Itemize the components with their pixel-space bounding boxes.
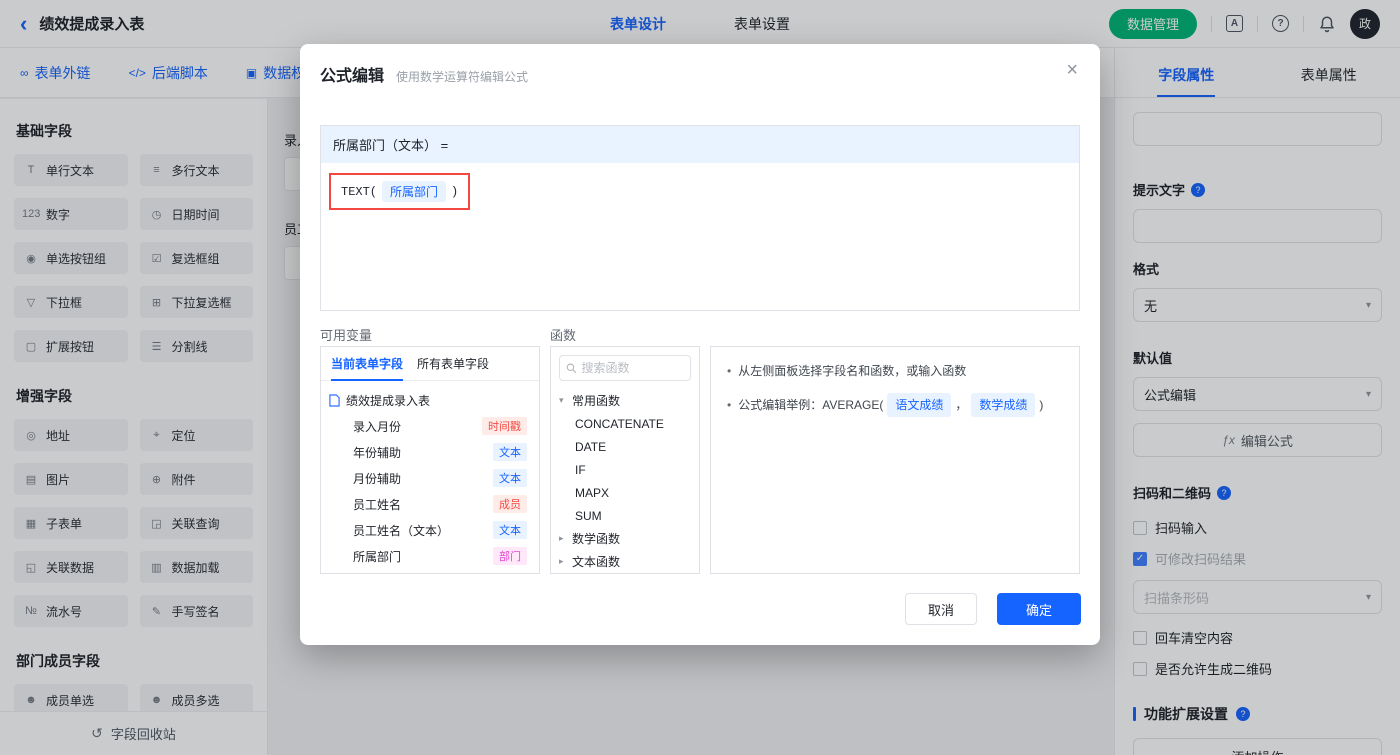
help-example-suffix: ) [1039,395,1043,415]
function-group-label: 常用函数 [572,392,620,409]
example-variable-tag: 数学成绩 [971,393,1035,417]
tree-root-label: 绩效提成录入表 [346,392,430,409]
variables-panel: 当前表单字段 所有表单字段 绩效提成录入表 录入月份 时间戳 年份辅助 文本 月… [320,346,540,574]
functions-panel: ▾ 常用函数 CONCATENATE DATE IF MAPX SUM ▸ 数学… [550,346,700,574]
tab-all-form-fields[interactable]: 所有表单字段 [417,347,489,380]
tab-current-form-fields[interactable]: 当前表单字段 [331,347,403,380]
function-close-paren: ) [451,185,458,199]
document-icon [329,394,340,407]
help-line: • 公式编辑举例：AVERAGE( 语文成绩 ， 数学成绩 ) [727,393,1063,417]
function-group-label: 数学函数 [572,530,620,547]
variables-tabs: 当前表单字段 所有表单字段 [321,347,539,381]
function-group-math[interactable]: ▸ 数学函数 [551,527,699,550]
variable-row[interactable]: 月份辅助 文本 [329,465,531,491]
type-tag: 时间戳 [482,417,527,435]
variable-row[interactable]: 年份辅助 文本 [329,439,531,465]
functions-tree: ▾ 常用函数 CONCATENATE DATE IF MAPX SUM ▸ 数学… [551,389,699,573]
function-group-text[interactable]: ▸ 文本函数 [551,550,699,573]
function-name-text: TEXT( [341,185,377,199]
help-line: • 从左侧面板选择字段名和函数，或输入函数 [727,361,1063,381]
type-tag: 成员 [493,495,527,513]
modal-header: 公式编辑 使用数学运算符编辑公式 [300,44,1100,96]
function-group-common[interactable]: ▾ 常用函数 [551,389,699,412]
variable-name: 员工姓名 [353,496,401,513]
variable-name: 所属部门 [353,548,401,565]
search-input[interactable] [581,361,684,375]
function-item[interactable]: CONCATENATE [551,412,699,435]
variable-row[interactable]: 员工姓名（文本） 文本 [329,517,531,543]
functions-label: 函数 [550,325,576,344]
formula-expression-highlight: TEXT( 所属部门 ) [329,173,470,210]
variable-row[interactable]: 录入月份 时间戳 [329,413,531,439]
help-example-prefix: 公式编辑举例：AVERAGE( [738,395,883,415]
formula-input-area[interactable]: TEXT( 所属部门 ) [321,163,1079,220]
variable-name: 员工姓名（文本） [353,522,449,539]
formula-editor: 所属部门（文本） = TEXT( 所属部门 ) [320,125,1080,311]
tree-root-row[interactable]: 绩效提成录入表 [329,388,531,413]
modal-subtitle: 使用数学运算符编辑公式 [396,68,528,85]
example-variable-tag: 语文成绩 [887,393,951,417]
close-icon[interactable]: × [1066,60,1078,80]
chevron-right-icon: ▸ [559,556,567,567]
confirm-button[interactable]: 确定 [997,593,1081,625]
variable-row[interactable]: 员工姓名 成员 [329,491,531,517]
variables-tree: 绩效提成录入表 录入月份 时间戳 年份辅助 文本 月份辅助 文本 员工姓名 成员… [321,381,539,574]
formula-target-bar: 所属部门（文本） = [321,126,1079,163]
function-item[interactable]: SUM [551,504,699,527]
variables-label: 可用变量 [320,325,372,344]
type-tag: 文本 [493,469,527,487]
variable-row[interactable]: 所属部门 部门 [329,543,531,569]
modal-title: 公式编辑 [320,62,384,86]
type-tag: 文本 [493,521,527,539]
function-item[interactable]: DATE [551,435,699,458]
variable-tag[interactable]: 所属部门 [382,181,446,202]
help-example-comma: ， [955,395,967,415]
function-item[interactable]: MAPX [551,481,699,504]
function-search-box[interactable] [559,355,691,381]
chevron-down-icon: ▾ [559,395,567,406]
variable-name: 年份辅助 [353,444,401,461]
bullet-icon: • [727,395,731,415]
function-item[interactable]: IF [551,458,699,481]
formula-help-panel: • 从左侧面板选择字段名和函数，或输入函数 • 公式编辑举例：AVERAGE( … [710,346,1080,574]
type-tag: 部门 [493,547,527,565]
variable-name: 录入月份 [353,418,401,435]
formula-target-text: 所属部门（文本） = [333,135,448,154]
formula-edit-modal: 公式编辑 使用数学运算符编辑公式 × 所属部门（文本） = TEXT( 所属部门… [300,44,1100,645]
bullet-icon: • [727,361,731,381]
search-icon [566,362,576,374]
type-tag: 文本 [493,443,527,461]
help-text: 从左侧面板选择字段名和函数，或输入函数 [738,361,966,381]
variable-name: 月份辅助 [353,470,401,487]
chevron-right-icon: ▸ [559,533,567,544]
cancel-button[interactable]: 取消 [905,593,977,625]
function-group-label: 文本函数 [572,553,620,570]
